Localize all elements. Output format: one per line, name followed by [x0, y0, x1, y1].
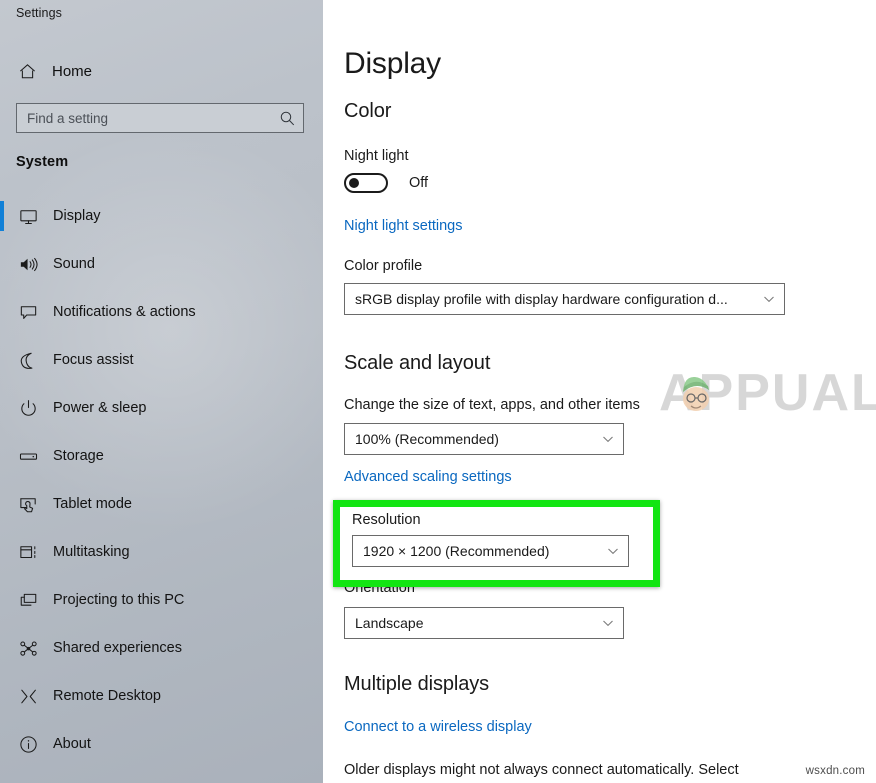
- main-content: Display Color Night light Off Night ligh…: [323, 0, 876, 783]
- projecting-icon: [16, 588, 40, 612]
- monitor-icon: [16, 204, 40, 228]
- search-icon[interactable]: [274, 105, 300, 131]
- scale-section-title: Scale and layout: [344, 352, 491, 374]
- chevron-down-icon: [593, 608, 623, 638]
- multiple-displays-description: Older displays might not always connect …: [344, 762, 739, 778]
- sidebar-item-remote-desktop[interactable]: Remote Desktop: [0, 672, 323, 720]
- chat-bubble-icon: [16, 300, 40, 324]
- toggle-knob: [349, 178, 359, 188]
- sidebar-item-label: Multitasking: [53, 544, 130, 560]
- sidebar-item-multitasking[interactable]: Multitasking: [0, 528, 323, 576]
- color-section-title: Color: [344, 100, 392, 122]
- chevron-down-icon: [593, 424, 623, 454]
- sidebar-item-storage[interactable]: Storage: [0, 432, 323, 480]
- sidebar-item-home[interactable]: Home: [16, 57, 92, 85]
- sidebar-item-display[interactable]: Display: [0, 192, 323, 240]
- night-light-toggle[interactable]: [344, 173, 388, 193]
- svg-text:APPUALS: APPUALS: [659, 364, 876, 422]
- night-light-label: Night light: [344, 148, 409, 164]
- sidebar-item-label: Projecting to this PC: [53, 592, 185, 608]
- color-profile-value: sRGB display profile with display hardwa…: [355, 291, 728, 307]
- sidebar-item-shared-experiences[interactable]: Shared experiences: [0, 624, 323, 672]
- sidebar-nav-list: Display Sound Notifications & actions Focus…: [0, 192, 323, 768]
- scale-dropdown[interactable]: 100% (Recommended): [344, 423, 624, 455]
- advanced-scaling-settings-link[interactable]: Advanced scaling settings: [344, 469, 512, 485]
- selection-indicator: [0, 201, 4, 231]
- search-input[interactable]: [17, 105, 274, 131]
- wsxdn-watermark: wsxdn.com: [805, 765, 865, 777]
- search-box[interactable]: [16, 103, 304, 133]
- sidebar-item-notifications-actions[interactable]: Notifications & actions: [0, 288, 323, 336]
- sidebar-item-label: Display: [53, 208, 101, 224]
- sidebar-item-focus-assist[interactable]: Focus assist: [0, 336, 323, 384]
- sidebar-item-label: Remote Desktop: [53, 688, 161, 704]
- sidebar-item-home-label: Home: [52, 62, 93, 80]
- chevron-down-icon: [598, 536, 628, 566]
- scale-label: Change the size of text, apps, and other…: [344, 397, 640, 413]
- appuals-watermark: APPUALS: [659, 362, 876, 424]
- night-light-settings-link[interactable]: Night light settings: [344, 218, 462, 234]
- speaker-icon: [16, 252, 40, 276]
- remote-desktop-icon: [16, 684, 40, 708]
- color-profile-label: Color profile: [344, 258, 423, 274]
- multitasking-icon: [16, 540, 40, 564]
- resolution-dropdown[interactable]: 1920 × 1200 (Recommended): [352, 535, 629, 567]
- connect-wireless-display-link[interactable]: Connect to a wireless display: [344, 719, 532, 735]
- app-title: Settings: [16, 6, 62, 20]
- sidebar-section-title: System: [16, 154, 69, 170]
- resolution-value: 1920 × 1200 (Recommended): [363, 543, 550, 559]
- multiple-displays-title: Multiple displays: [344, 673, 490, 695]
- sidebar-item-tablet-mode[interactable]: Tablet mode: [0, 480, 323, 528]
- resolution-label: Resolution: [352, 512, 421, 528]
- sidebar-item-label: Notifications & actions: [53, 304, 196, 320]
- orientation-value: Landscape: [355, 615, 424, 631]
- night-light-toggle-row: Off: [344, 173, 428, 193]
- sidebar-item-label: Sound: [53, 256, 95, 272]
- sidebar-item-label: Storage: [53, 448, 104, 464]
- sidebar-item-label: Focus assist: [53, 352, 134, 368]
- settings-window: Settings Home System Display Sound Notific…: [0, 0, 876, 783]
- sidebar-item-label: Shared experiences: [53, 640, 182, 656]
- tablet-touch-icon: [16, 492, 40, 516]
- moon-icon: [16, 348, 40, 372]
- sidebar-item-label: Power & sleep: [53, 400, 147, 416]
- power-icon: [16, 396, 40, 420]
- sidebar-item-label: Tablet mode: [53, 496, 132, 512]
- drive-icon: [16, 444, 40, 468]
- orientation-dropdown[interactable]: Landscape: [344, 607, 624, 639]
- sidebar: Settings Home System Display Sound Notific…: [0, 0, 323, 783]
- sidebar-item-projecting-to-this-pc[interactable]: Projecting to this PC: [0, 576, 323, 624]
- chevron-down-icon: [754, 284, 784, 314]
- scale-value: 100% (Recommended): [355, 431, 499, 447]
- sidebar-item-about[interactable]: About: [0, 720, 323, 768]
- sidebar-item-power-sleep[interactable]: Power & sleep: [0, 384, 323, 432]
- color-profile-dropdown[interactable]: sRGB display profile with display hardwa…: [344, 283, 785, 315]
- page-title: Display: [344, 47, 441, 80]
- sidebar-item-label: About: [53, 736, 91, 752]
- info-icon: [16, 732, 40, 756]
- home-icon: [16, 60, 38, 82]
- night-light-state: Off: [409, 175, 429, 191]
- sidebar-item-sound[interactable]: Sound: [0, 240, 323, 288]
- share-nodes-icon: [16, 636, 40, 660]
- resolution-highlight-annotation: Resolution 1920 × 1200 (Recommended): [333, 500, 660, 587]
